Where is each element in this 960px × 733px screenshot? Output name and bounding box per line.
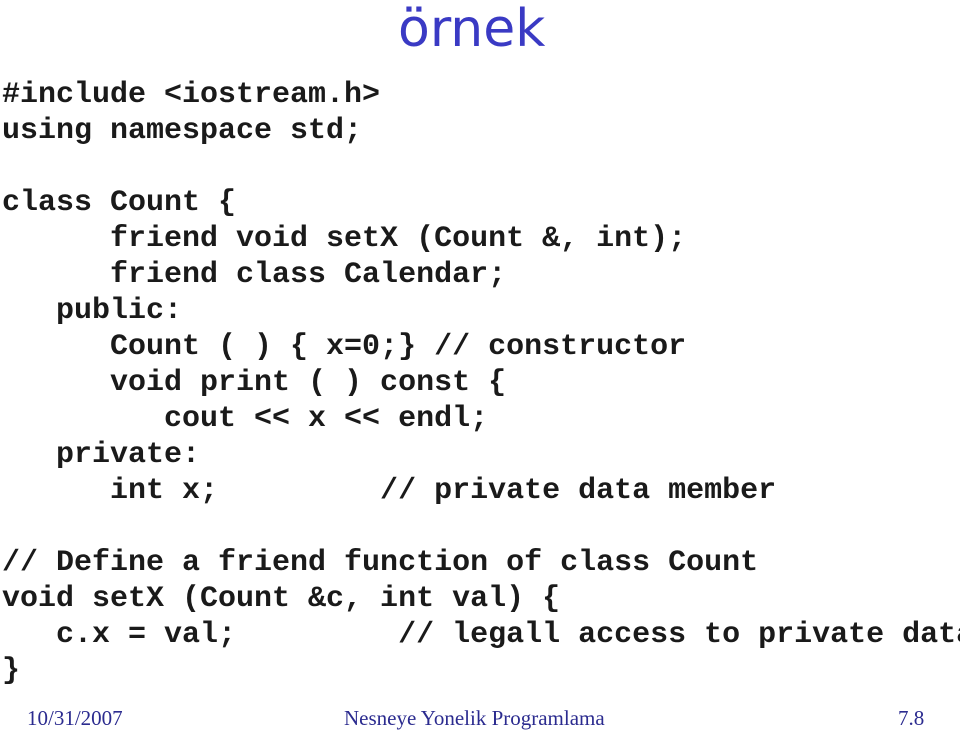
code-line: // Define a friend function of class Cou… [2, 546, 759, 580]
code-line: public: [2, 294, 183, 328]
code-line: friend void setX (Count &, int); [2, 222, 687, 256]
code-line: cout << x << endl; [2, 402, 489, 436]
code-line: private: [2, 438, 201, 472]
code-line: using namespace std; [2, 114, 363, 148]
code-line: void print ( ) const { [2, 366, 507, 400]
code-line: Count ( ) { x=0;} // constructor [2, 330, 687, 364]
code-line: void setX (Count &c, int val) { [2, 582, 561, 616]
code-line: } [2, 654, 21, 688]
code-block: #include <iostream.h> using namespace std… [2, 77, 960, 689]
code-line: #include <iostream.h> [2, 78, 381, 112]
code-line: int x; // private data member [2, 474, 777, 508]
code-line: friend class Calendar; [2, 258, 507, 292]
footer-course-title: Nesneye Yonelik Programlama [344, 706, 605, 730]
code-line: c.x = val; // legall access to private d… [2, 618, 960, 652]
slide-title: örnek [398, 0, 546, 59]
footer-date: 10/31/2007 [27, 706, 123, 730]
footer-page-number: 7.8 [898, 706, 925, 730]
code-line: class Count { [2, 186, 237, 220]
